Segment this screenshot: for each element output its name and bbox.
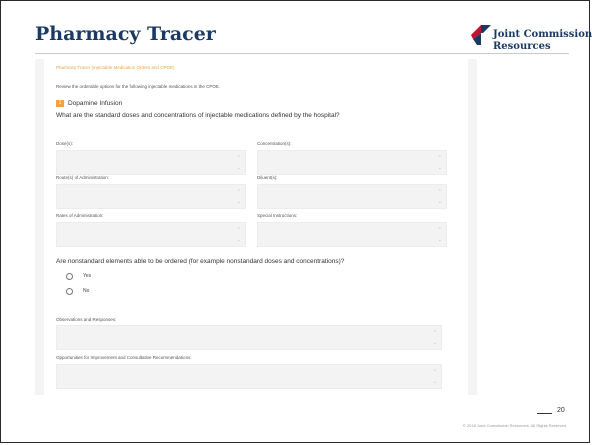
scroll-up-icon[interactable]: ⌃ bbox=[438, 228, 442, 233]
scroll-up-icon[interactable]: ⌃ bbox=[433, 370, 437, 375]
opportunities-label: Opportunities for Improvement and Consul… bbox=[56, 355, 192, 360]
doses-textarea[interactable]: ⌃ ⌄ bbox=[56, 150, 246, 175]
scroll-up-icon[interactable]: ⌃ bbox=[433, 331, 437, 336]
diluent-textarea[interactable]: ⌃ ⌄ bbox=[257, 184, 447, 209]
breadcrumb[interactable]: Pharmacy Tracer (Injectable Medication O… bbox=[56, 65, 175, 70]
scroll-up-icon[interactable]: ⌃ bbox=[438, 156, 442, 161]
form-screenshot: Pharmacy Tracer (Injectable Medication O… bbox=[35, 59, 477, 395]
observations-textarea[interactable]: ⌃ ⌄ bbox=[56, 325, 442, 350]
copyright-notice: © 2018 Joint Commission Resources. All R… bbox=[462, 423, 567, 428]
opportunities-textarea[interactable]: ⌃ ⌄ bbox=[56, 364, 442, 389]
scroll-down-icon[interactable]: ⌄ bbox=[438, 166, 442, 171]
question-standard-doses: What are the standard doses and concentr… bbox=[56, 112, 340, 119]
logo-text-line2: Resources bbox=[493, 41, 551, 52]
diluent-label: Diluent(s): bbox=[257, 175, 278, 180]
scroll-down-icon[interactable]: ⌄ bbox=[237, 200, 241, 205]
slide-title: Pharmacy Tracer bbox=[35, 23, 216, 45]
page-number: 20 bbox=[557, 407, 565, 414]
slide: Pharmacy Tracer Joint Commission Resourc… bbox=[0, 0, 592, 443]
concentrations-label: Concentration(s): bbox=[257, 141, 292, 146]
scroll-down-icon[interactable]: ⌄ bbox=[433, 341, 437, 346]
section-title: Dopamine Infusion bbox=[68, 100, 123, 107]
scroll-up-icon[interactable]: ⌃ bbox=[237, 190, 241, 195]
radio-label-no: No bbox=[83, 288, 90, 294]
scroll-down-icon[interactable]: ⌄ bbox=[438, 238, 442, 243]
rates-label: Rates of Administration: bbox=[56, 213, 104, 218]
doses-label: Dose(s): bbox=[56, 141, 74, 146]
radio-button[interactable] bbox=[66, 288, 73, 295]
special-instructions-label: Special Instructions: bbox=[257, 213, 298, 218]
logo-text-line1: Joint Commission bbox=[493, 29, 592, 40]
concentrations-textarea[interactable]: ⌃ ⌄ bbox=[257, 150, 447, 175]
radio-button[interactable] bbox=[66, 273, 73, 280]
section-number-badge: 1 bbox=[56, 100, 64, 107]
scroll-down-icon[interactable]: ⌄ bbox=[438, 200, 442, 205]
scroll-up-icon[interactable]: ⌃ bbox=[237, 156, 241, 161]
scroll-down-icon[interactable]: ⌄ bbox=[237, 238, 241, 243]
tracer-form: Pharmacy Tracer (Injectable Medication O… bbox=[44, 59, 468, 395]
scroll-up-icon[interactable]: ⌃ bbox=[438, 190, 442, 195]
routes-label: Route(s) of Administration: bbox=[56, 175, 110, 180]
logo-mark-icon bbox=[471, 25, 491, 45]
rates-textarea[interactable]: ⌃ ⌄ bbox=[56, 222, 246, 247]
scroll-down-icon[interactable]: ⌄ bbox=[433, 380, 437, 385]
radio-label-yes: Yes bbox=[83, 273, 92, 279]
special-instructions-textarea[interactable]: ⌃ ⌄ bbox=[257, 222, 447, 247]
page-number-rule bbox=[537, 413, 552, 414]
question-nonstandard: Are nonstandard elements able to be orde… bbox=[56, 258, 345, 265]
observations-label: Observations and Responses: bbox=[56, 317, 117, 322]
routes-textarea[interactable]: ⌃ ⌄ bbox=[56, 184, 246, 209]
scroll-down-icon[interactable]: ⌄ bbox=[237, 166, 241, 171]
form-intro: Review the orderable options for the fol… bbox=[56, 84, 221, 89]
joint-commission-logo: Joint Commission Resources bbox=[471, 25, 592, 61]
scroll-up-icon[interactable]: ⌃ bbox=[237, 228, 241, 233]
